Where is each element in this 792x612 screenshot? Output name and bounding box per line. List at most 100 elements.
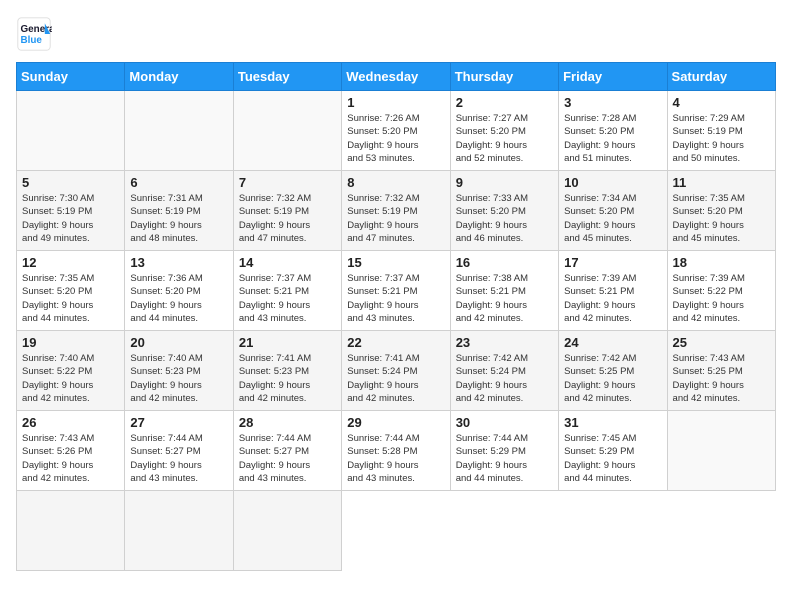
day-number: 19 — [22, 335, 119, 350]
day-number: 21 — [239, 335, 336, 350]
calendar-day: 11 Sunrise: 7:35 AM Sunset: 5:20 PM Dayli… — [667, 171, 775, 251]
day-info: Sunrise: 7:35 AM Sunset: 5:20 PM Dayligh… — [673, 192, 770, 245]
day-info: Sunrise: 7:35 AM Sunset: 5:20 PM Dayligh… — [22, 272, 119, 325]
calendar-day: 18 Sunrise: 7:39 AM Sunset: 5:22 PM Dayli… — [667, 251, 775, 331]
calendar-day: 9 Sunrise: 7:33 AM Sunset: 5:20 PM Daylig… — [450, 171, 558, 251]
calendar-day: 1Sunrise: 7:26 AM Sunset: 5:20 PM Daylig… — [342, 91, 450, 171]
calendar-day: 22 Sunrise: 7:41 AM Sunset: 5:24 PM Dayli… — [342, 331, 450, 411]
day-number: 3 — [564, 95, 661, 110]
logo-icon: General Blue — [16, 16, 52, 52]
day-number: 18 — [673, 255, 770, 270]
day-info: Sunrise: 7:32 AM Sunset: 5:19 PM Dayligh… — [347, 192, 444, 245]
day-number: 8 — [347, 175, 444, 190]
day-info: Sunrise: 7:44 AM Sunset: 5:29 PM Dayligh… — [456, 432, 553, 485]
day-number: 23 — [456, 335, 553, 350]
day-info: Sunrise: 7:41 AM Sunset: 5:23 PM Dayligh… — [239, 352, 336, 405]
day-info: Sunrise: 7:44 AM Sunset: 5:27 PM Dayligh… — [239, 432, 336, 485]
day-number: 25 — [673, 335, 770, 350]
day-number: 1 — [347, 95, 444, 110]
calendar-day: 5 Sunrise: 7:30 AM Sunset: 5:19 PM Daylig… — [17, 171, 125, 251]
calendar-day: 8 Sunrise: 7:32 AM Sunset: 5:19 PM Daylig… — [342, 171, 450, 251]
day-info: Sunrise: 7:27 AM Sunset: 5:20 PM Dayligh… — [456, 112, 553, 165]
svg-text:Blue: Blue — [21, 35, 43, 46]
calendar-day: 24 Sunrise: 7:42 AM Sunset: 5:25 PM Dayli… — [559, 331, 667, 411]
calendar-day: 28Sunrise: 7:44 AM Sunset: 5:27 PM Dayli… — [233, 411, 341, 491]
day-info: Sunrise: 7:43 AM Sunset: 5:25 PM Dayligh… — [673, 352, 770, 405]
calendar-day: 13 Sunrise: 7:36 AM Sunset: 5:20 PM Dayli… — [125, 251, 233, 331]
day-number: 15 — [347, 255, 444, 270]
day-number: 6 — [130, 175, 227, 190]
calendar-day: 3 Sunrise: 7:28 AM Sunset: 5:20 PM Daylig… — [559, 91, 667, 171]
calendar-day: 27 Sunrise: 7:44 AM Sunset: 5:27 PM Dayli… — [125, 411, 233, 491]
day-number: 26 — [22, 415, 119, 430]
calendar-day: 15 Sunrise: 7:37 AM Sunset: 5:21 PM Dayli… — [342, 251, 450, 331]
day-info: Sunrise: 7:30 AM Sunset: 5:19 PM Dayligh… — [22, 192, 119, 245]
calendar-day: 7Sunrise: 7:32 AM Sunset: 5:19 PM Daylig… — [233, 171, 341, 251]
calendar-day — [17, 491, 125, 571]
weekday-header-thursday: Thursday — [450, 63, 558, 91]
weekday-header-friday: Friday — [559, 63, 667, 91]
calendar-day: 25 Sunrise: 7:43 AM Sunset: 5:25 PM Dayli… — [667, 331, 775, 411]
day-number: 5 — [22, 175, 119, 190]
day-number: 10 — [564, 175, 661, 190]
day-number: 27 — [130, 415, 227, 430]
day-info: Sunrise: 7:42 AM Sunset: 5:24 PM Dayligh… — [456, 352, 553, 405]
day-info: Sunrise: 7:44 AM Sunset: 5:27 PM Dayligh… — [130, 432, 227, 485]
calendar-day: 30 Sunrise: 7:44 AM Sunset: 5:29 PM Dayli… — [450, 411, 558, 491]
day-info: Sunrise: 7:32 AM Sunset: 5:19 PM Dayligh… — [239, 192, 336, 245]
calendar-day: 20Sunrise: 7:40 AM Sunset: 5:23 PM Dayli… — [125, 331, 233, 411]
day-number: 2 — [456, 95, 553, 110]
day-number: 17 — [564, 255, 661, 270]
logo: General Blue — [16, 16, 56, 52]
day-number: 11 — [673, 175, 770, 190]
calendar-day — [17, 91, 125, 171]
day-info: Sunrise: 7:38 AM Sunset: 5:21 PM Dayligh… — [456, 272, 553, 325]
calendar-day: 19 Sunrise: 7:40 AM Sunset: 5:22 PM Dayli… — [17, 331, 125, 411]
day-info: Sunrise: 7:39 AM Sunset: 5:22 PM Dayligh… — [673, 272, 770, 325]
calendar-day: 4Sunrise: 7:29 AM Sunset: 5:19 PM Daylig… — [667, 91, 775, 171]
day-info: Sunrise: 7:39 AM Sunset: 5:21 PM Dayligh… — [564, 272, 661, 325]
day-number: 24 — [564, 335, 661, 350]
day-info: Sunrise: 7:34 AM Sunset: 5:20 PM Dayligh… — [564, 192, 661, 245]
day-number: 30 — [456, 415, 553, 430]
weekday-header-wednesday: Wednesday — [342, 63, 450, 91]
calendar-day: 23 Sunrise: 7:42 AM Sunset: 5:24 PM Dayli… — [450, 331, 558, 411]
day-info: Sunrise: 7:29 AM Sunset: 5:19 PM Dayligh… — [673, 112, 770, 165]
day-number: 12 — [22, 255, 119, 270]
calendar-day: 14Sunrise: 7:37 AM Sunset: 5:21 PM Dayli… — [233, 251, 341, 331]
day-info: Sunrise: 7:31 AM Sunset: 5:19 PM Dayligh… — [130, 192, 227, 245]
calendar-day: 31 Sunrise: 7:45 AM Sunset: 5:29 PM Dayli… — [559, 411, 667, 491]
weekday-header-saturday: Saturday — [667, 63, 775, 91]
calendar-day: 6 Sunrise: 7:31 AM Sunset: 5:19 PM Daylig… — [125, 171, 233, 251]
calendar-day — [125, 491, 233, 571]
day-info: Sunrise: 7:43 AM Sunset: 5:26 PM Dayligh… — [22, 432, 119, 485]
day-number: 22 — [347, 335, 444, 350]
calendar-day — [233, 491, 341, 571]
weekday-header-monday: Monday — [125, 63, 233, 91]
calendar-day — [667, 411, 775, 491]
weekday-header-sunday: Sunday — [17, 63, 125, 91]
day-info: Sunrise: 7:41 AM Sunset: 5:24 PM Dayligh… — [347, 352, 444, 405]
day-info: Sunrise: 7:42 AM Sunset: 5:25 PM Dayligh… — [564, 352, 661, 405]
day-number: 16 — [456, 255, 553, 270]
day-info: Sunrise: 7:37 AM Sunset: 5:21 PM Dayligh… — [347, 272, 444, 325]
day-number: 31 — [564, 415, 661, 430]
day-info: Sunrise: 7:45 AM Sunset: 5:29 PM Dayligh… — [564, 432, 661, 485]
calendar-day: 12 Sunrise: 7:35 AM Sunset: 5:20 PM Dayli… — [17, 251, 125, 331]
header: General Blue — [16, 16, 776, 52]
calendar-day: 29 Sunrise: 7:44 AM Sunset: 5:28 PM Dayli… — [342, 411, 450, 491]
calendar-day: 17 Sunrise: 7:39 AM Sunset: 5:21 PM Dayli… — [559, 251, 667, 331]
day-number: 9 — [456, 175, 553, 190]
calendar-day — [233, 91, 341, 171]
day-info: Sunrise: 7:33 AM Sunset: 5:20 PM Dayligh… — [456, 192, 553, 245]
calendar-day — [125, 91, 233, 171]
calendar-day: 2 Sunrise: 7:27 AM Sunset: 5:20 PM Daylig… — [450, 91, 558, 171]
day-info: Sunrise: 7:28 AM Sunset: 5:20 PM Dayligh… — [564, 112, 661, 165]
day-info: Sunrise: 7:36 AM Sunset: 5:20 PM Dayligh… — [130, 272, 227, 325]
day-info: Sunrise: 7:44 AM Sunset: 5:28 PM Dayligh… — [347, 432, 444, 485]
day-info: Sunrise: 7:40 AM Sunset: 5:22 PM Dayligh… — [22, 352, 119, 405]
calendar-table: SundayMondayTuesdayWednesdayThursdayFrid… — [16, 62, 776, 571]
day-number: 29 — [347, 415, 444, 430]
day-number: 13 — [130, 255, 227, 270]
calendar-day: 10 Sunrise: 7:34 AM Sunset: 5:20 PM Dayli… — [559, 171, 667, 251]
